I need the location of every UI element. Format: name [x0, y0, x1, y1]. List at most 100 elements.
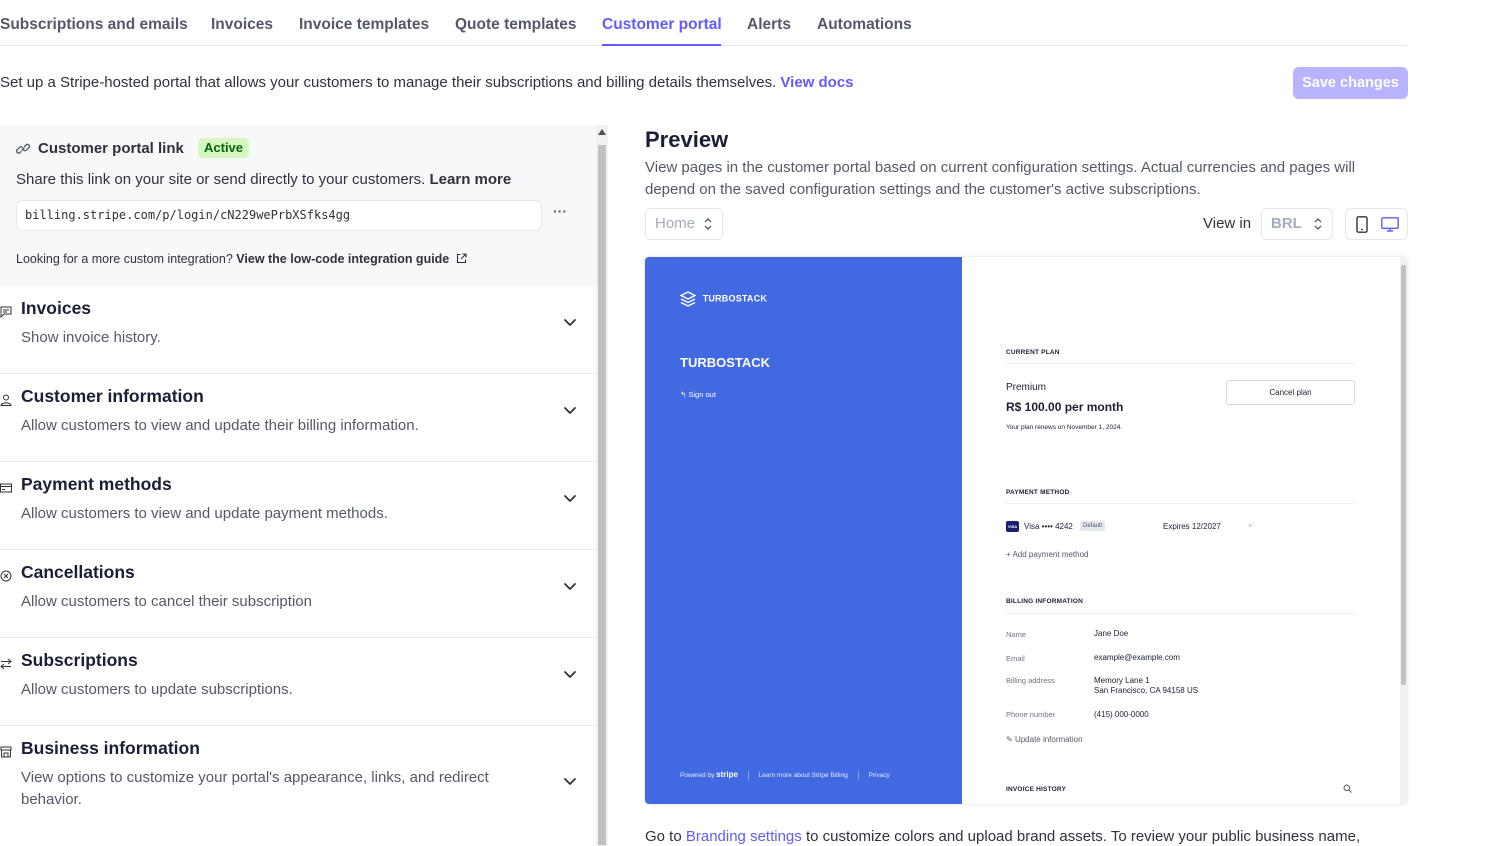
section-payment-methods[interactable]: Payment methods Allow customers to view …	[0, 462, 596, 550]
portal-preview-frame: TURBOSTACK TURBOSTACK ↰ Sign out Powered…	[645, 257, 1407, 804]
branding-settings-link[interactable]: Branding settings	[686, 828, 802, 845]
billing-row-label: Name	[1006, 630, 1027, 639]
desktop-icon[interactable]	[1381, 217, 1399, 232]
intro-text: Set up a Stripe-hosted portal that allow…	[0, 74, 854, 91]
currency-select-value: BRL	[1271, 215, 1302, 232]
footer-privacy-link[interactable]: Privacy	[868, 772, 889, 779]
section-customer-information[interactable]: Customer information Allow customers to …	[0, 374, 596, 462]
billing-address-line1: Memory Lane 1	[1094, 676, 1150, 685]
preview-scrollbar[interactable]	[1400, 257, 1407, 804]
footer-divider	[747, 770, 749, 780]
tab-quote-templates[interactable]: Quote templates	[455, 16, 576, 34]
sign-out-link[interactable]: ↰ Sign out	[680, 390, 716, 399]
section-title: Payment methods	[21, 474, 172, 494]
section-title: Subscriptions	[21, 650, 138, 670]
portal-footer: Powered by stripe Learn more about Strip…	[680, 770, 890, 780]
tab-invoice-templates[interactable]: Invoice templates	[299, 16, 429, 34]
scroll-up-arrow-icon[interactable]	[598, 129, 606, 135]
footer-learn-link[interactable]: Learn more about Stripe Billing	[759, 772, 848, 779]
plan-price: R$ 100.00 per month	[1006, 400, 1124, 414]
cancel-plan-button[interactable]: Cancel plan	[1226, 380, 1355, 405]
section-invoices[interactable]: Invoices Show invoice history.	[0, 286, 596, 374]
section-subscriptions[interactable]: Subscriptions Allow customers to update …	[0, 638, 596, 726]
plan-name: Premium	[1006, 382, 1047, 393]
device-toggle	[1345, 208, 1408, 240]
lowcode-text: Looking for a more custom integration? V…	[16, 252, 467, 266]
billing-information-heading: BILLING INFORMATION	[1006, 598, 1083, 605]
search-icon[interactable]	[1343, 784, 1352, 793]
mobile-icon[interactable]	[1356, 216, 1368, 233]
section-title: Invoices	[21, 298, 92, 318]
cancel-circle-icon	[0, 570, 12, 582]
billing-row-value: example@example.com	[1094, 653, 1180, 662]
tab-invoices[interactable]: Invoices	[211, 16, 273, 34]
edit-icon: ✎	[1006, 735, 1013, 744]
section-business-information[interactable]: Business information View options to cus…	[0, 726, 596, 836]
section-desc: Allow customers to update subscriptions.	[21, 681, 293, 698]
section-cancellations[interactable]: Cancellations Allow customers to cancel …	[0, 550, 596, 638]
tab-subscriptions-emails[interactable]: Subscriptions and emails	[0, 16, 188, 34]
invoice-icon	[0, 306, 12, 318]
share-text: Share this link on your site or send dir…	[16, 171, 511, 188]
portal-brand-name: TURBOSTACK	[680, 355, 771, 370]
chevron-down-icon[interactable]	[562, 314, 578, 330]
update-information-link[interactable]: ✎ Update information	[1006, 735, 1083, 744]
billing-address-line2: San Francisco, CA 94158 US	[1094, 686, 1199, 695]
external-link-icon	[456, 253, 467, 264]
section-desc: Allow customers to view and update payme…	[21, 505, 388, 522]
chevron-down-icon[interactable]	[562, 773, 578, 789]
remove-card-icon[interactable]: ×	[1248, 521, 1252, 530]
currency-select[interactable]: BRL	[1261, 208, 1333, 240]
chevron-down-icon[interactable]	[562, 666, 578, 682]
portal-url-field[interactable]: billing.stripe.com/p/login/cN229wePrbXSf…	[16, 200, 542, 231]
note-prefix: Go to	[645, 828, 682, 845]
footer-powered: Powered by	[680, 772, 715, 779]
view-in-label: View in	[1203, 215, 1252, 232]
divider	[1006, 363, 1355, 364]
portal-link-title: Customer portal link	[38, 140, 184, 157]
save-changes-button[interactable]: Save changes	[1293, 67, 1408, 99]
add-payment-method-link[interactable]: + Add payment method	[1006, 550, 1089, 559]
page-select-value: Home	[655, 215, 696, 232]
view-docs-link[interactable]: View docs	[780, 74, 853, 91]
share-description: Share this link on your site or send dir…	[16, 171, 426, 188]
visa-card-icon: VISA	[1006, 521, 1019, 532]
portal-content: CURRENT PLAN Premium R$ 100.00 per month…	[962, 257, 1407, 804]
lowcode-question: Looking for a more custom integration?	[16, 252, 233, 266]
portal-brand-panel: TURBOSTACK TURBOSTACK ↰ Sign out Powered…	[645, 257, 962, 804]
tab-alerts[interactable]: Alerts	[747, 16, 791, 34]
payment-method-heading: PAYMENT METHOD	[1006, 489, 1070, 496]
update-info-label: Update information	[1014, 735, 1083, 744]
active-tab-indicator	[602, 44, 721, 46]
preview-title: Preview	[645, 127, 729, 152]
card-expiry: Expires 12/2027	[1163, 522, 1221, 531]
chevron-down-icon[interactable]	[562, 402, 578, 418]
add-payment-label: Add payment method	[1012, 550, 1089, 559]
settings-tabs: Subscriptions and emails Invoices Invoic…	[0, 0, 1407, 46]
card-icon	[0, 483, 12, 493]
intro-description: Set up a Stripe-hosted portal that allow…	[0, 74, 777, 91]
tab-automations[interactable]: Automations	[817, 16, 912, 34]
tab-customer-portal[interactable]: Customer portal	[602, 16, 722, 34]
sign-out-icon: ↰	[680, 390, 687, 399]
preview-scrollbar-thumb[interactable]	[1401, 265, 1406, 685]
page-select[interactable]: Home	[645, 208, 723, 240]
store-icon	[0, 746, 12, 758]
scrollbar-thumb[interactable]	[598, 145, 606, 845]
plan-renews: Your plan renews on November 1, 2024.	[1006, 424, 1123, 431]
chevron-down-icon[interactable]	[562, 490, 578, 506]
chevron-down-icon[interactable]	[562, 578, 578, 594]
portal-link-card: Customer portal link Active Share this l…	[0, 125, 596, 286]
updown-chevron-icon	[1314, 218, 1322, 230]
more-options-button[interactable]: ···	[550, 203, 570, 223]
link-icon	[16, 143, 30, 154]
section-title: Cancellations	[21, 562, 135, 582]
updown-chevron-icon	[704, 218, 712, 230]
settings-scrollbar[interactable]	[596, 125, 608, 846]
section-title: Customer information	[21, 386, 204, 406]
brand-logo: TURBOSTACK	[679, 291, 767, 307]
billing-row-value: Jane Doe	[1094, 629, 1129, 638]
lowcode-guide-link[interactable]: View the low-code integration guide	[236, 252, 449, 266]
sign-out-label: Sign out	[688, 390, 716, 399]
learn-more-link[interactable]: Learn more	[430, 171, 512, 188]
